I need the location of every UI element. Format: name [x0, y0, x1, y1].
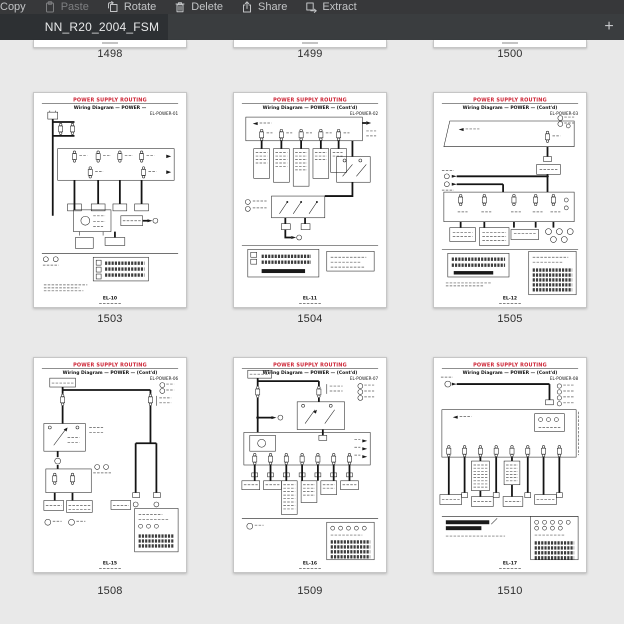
thumb-title: POWER SUPPLY ROUTING: [273, 97, 347, 103]
copy-button[interactable]: Copy: [0, 0, 35, 14]
share-button-label: Share: [258, 1, 287, 13]
tab-bar: NN_R20_2004_FSM +: [0, 14, 624, 40]
thumb-subtitle: Wiring Diagram — POWER — (Cont'd): [463, 105, 558, 111]
thumb-title: POWER SUPPLY ROUTING: [473, 362, 547, 368]
thumb-subtitle: Wiring Diagram — POWER — (Cont'd): [263, 105, 358, 111]
tab-nn-r20-2004-fsm[interactable]: NN_R20_2004_FSM: [0, 14, 168, 40]
paste-icon: [44, 1, 56, 13]
thumb-title: POWER SUPPLY ROUTING: [73, 362, 147, 368]
thumb-code: EL-POWER-03: [550, 111, 579, 116]
wiring-diagram-preview-1503: POWER SUPPLY ROUTING Wiring Diagram — PO…: [34, 93, 186, 307]
page-footer-smudge: [102, 42, 118, 44]
delete-button-label: Delete: [191, 1, 223, 13]
thumb-footer: EL-11: [303, 296, 317, 302]
thumb-footer: EL-17: [503, 561, 517, 567]
page-footer-smudge: [502, 42, 518, 44]
top-toolbar: Copy Paste Rotate Delete Share Extract: [0, 0, 624, 14]
page-thumbnail-1504[interactable]: POWER SUPPLY ROUTING Wiring Diagram — PO…: [233, 92, 387, 308]
thumb-footer: EL-12: [503, 296, 517, 302]
wiring-diagram-preview-1505: POWER SUPPLY ROUTING Wiring Diagram — PO…: [434, 93, 586, 307]
delete-button[interactable]: Delete: [165, 0, 232, 14]
page-number-1508: 1508: [33, 584, 187, 598]
page-number-1499: 1499: [233, 47, 387, 61]
wiring-diagram-preview-1510: POWER SUPPLY ROUTING Wiring Diagram — PO…: [434, 358, 586, 572]
thumb-subtitle: Wiring Diagram — POWER — (Cont'd): [463, 370, 558, 376]
thumb-footer: EL-10: [103, 296, 117, 302]
page-thumbnail-1508[interactable]: POWER SUPPLY ROUTING Wiring Diagram — PO…: [33, 357, 187, 573]
rotate-button[interactable]: Rotate: [98, 0, 165, 14]
paste-button[interactable]: Paste: [35, 0, 98, 14]
tab-label: NN_R20_2004_FSM: [45, 20, 159, 34]
thumb-subtitle: Wiring Diagram — POWER — (Cont'd): [263, 370, 358, 376]
share-button[interactable]: Share: [232, 0, 296, 14]
page-number-1504: 1504: [233, 312, 387, 326]
page-number-1500: 1500: [433, 47, 587, 61]
extract-button[interactable]: Extract: [296, 0, 365, 14]
page-number-1503: 1503: [33, 312, 187, 326]
thumb-code: EL-POWER-08: [550, 376, 579, 381]
rotate-button-label: Rotate: [124, 1, 156, 13]
page-thumbnail-1510[interactable]: POWER SUPPLY ROUTING Wiring Diagram — PO…: [433, 357, 587, 573]
delete-icon: [174, 1, 186, 13]
page-number-1498: 1498: [33, 47, 187, 61]
new-tab-button[interactable]: +: [598, 14, 620, 40]
thumb-footer: EL-15: [103, 561, 117, 567]
page-thumbnail-1509[interactable]: POWER SUPPLY ROUTING Wiring Diagram — PO…: [233, 357, 387, 573]
page-number-1505: 1505: [433, 312, 587, 326]
extract-icon: [305, 1, 317, 13]
wiring-diagram-preview-1508: POWER SUPPLY ROUTING Wiring Diagram — PO…: [34, 358, 186, 572]
page-number-1510: 1510: [433, 584, 587, 598]
thumb-footer: EL-16: [303, 561, 317, 567]
thumb-title: POWER SUPPLY ROUTING: [473, 97, 547, 103]
rotate-icon: [107, 1, 119, 13]
share-icon: [241, 1, 253, 13]
thumb-code: EL-POWER-02: [350, 111, 379, 116]
thumb-title: POWER SUPPLY ROUTING: [273, 362, 347, 368]
wiring-diagram-preview-1504: POWER SUPPLY ROUTING Wiring Diagram — PO…: [234, 93, 386, 307]
page-thumbnail-1503[interactable]: POWER SUPPLY ROUTING Wiring Diagram — PO…: [33, 92, 187, 308]
thumb-title: POWER SUPPLY ROUTING: [73, 97, 147, 103]
page-thumbnail-1505[interactable]: POWER SUPPLY ROUTING Wiring Diagram — PO…: [433, 92, 587, 308]
thumbnail-grid: 1498 1499 1500 POWER SUPPLY ROUTING Wiri…: [0, 40, 624, 624]
extract-button-label: Extract: [322, 1, 356, 13]
paste-button-label: Paste: [61, 1, 89, 13]
thumb-subtitle: Wiring Diagram — POWER —: [74, 105, 147, 111]
thumb-code: EL-POWER-06: [150, 376, 179, 381]
thumb-code: EL-POWER-01: [150, 111, 179, 116]
page-footer-smudge: [302, 42, 318, 44]
page-number-1509: 1509: [233, 584, 387, 598]
thumb-code: EL-POWER-07: [350, 376, 379, 381]
wiring-diagram-preview-1509: POWER SUPPLY ROUTING Wiring Diagram — PO…: [234, 358, 386, 572]
copy-button-label: Copy: [0, 1, 26, 13]
thumb-subtitle: Wiring Diagram — POWER — (Cont'd): [63, 370, 158, 376]
